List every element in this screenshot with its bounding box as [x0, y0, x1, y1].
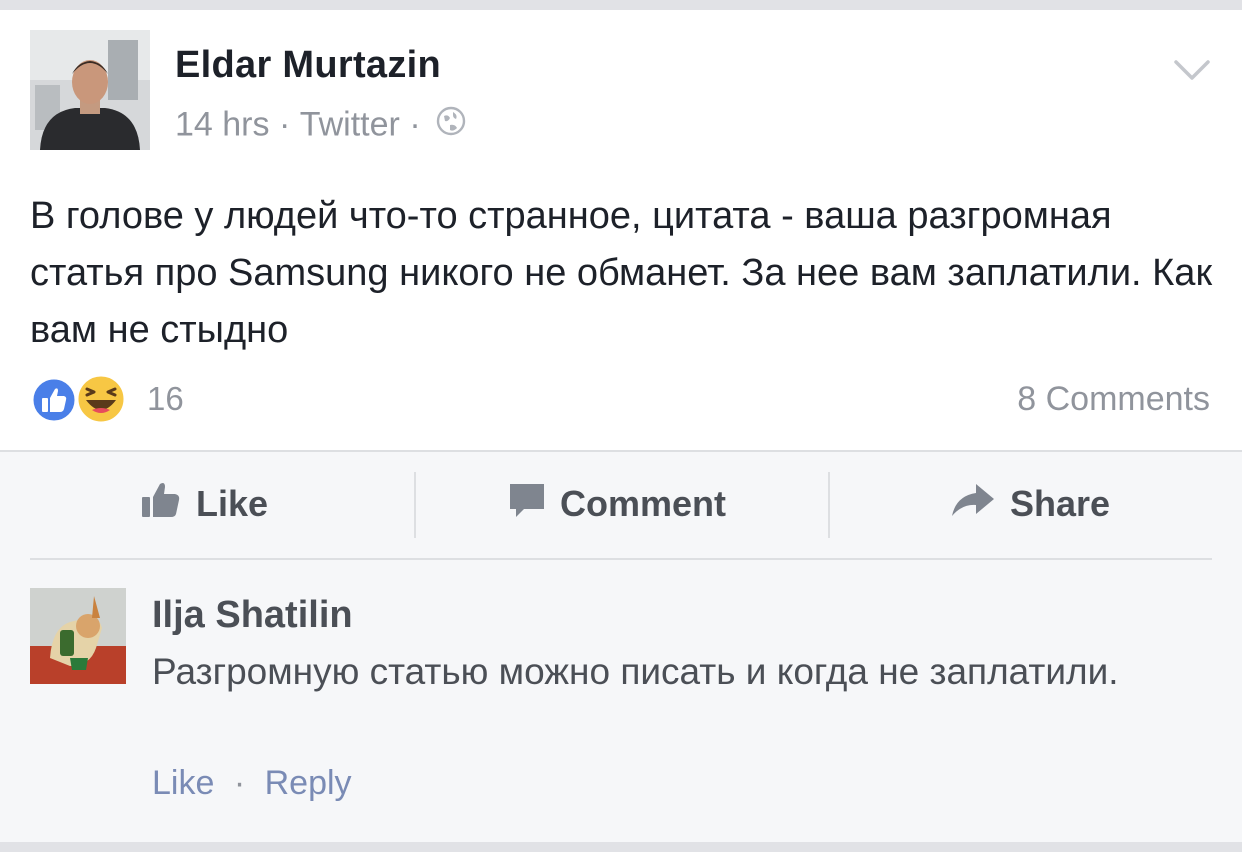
comment-text: Разгромную статью можно писать и когда н…: [152, 651, 1119, 692]
author-avatar[interactable]: [30, 30, 150, 150]
post-source[interactable]: Twitter: [300, 106, 400, 144]
post-time[interactable]: 14 hrs: [175, 106, 270, 144]
comments-count-link[interactable]: 8 Comments: [1017, 380, 1210, 419]
bottom-divider: [0, 842, 1242, 852]
post-meta: 14 hrs · Twitter ·: [175, 104, 466, 145]
comment-actions-separator: ·: [233, 764, 246, 802]
comment-reply-link[interactable]: Reply: [265, 764, 352, 802]
post-text: В голове у людей что-то странное, цитата…: [30, 195, 1213, 351]
action-divider: [828, 472, 830, 538]
action-divider: [414, 472, 416, 538]
comment-bubble-icon: [508, 481, 546, 528]
share-arrow-icon: [950, 482, 996, 527]
reaction-count: 16: [147, 380, 184, 417]
comments-divider: [30, 558, 1212, 560]
comment-like-link[interactable]: Like: [152, 764, 214, 802]
thumbs-up-icon: [140, 479, 182, 530]
like-label: Like: [196, 483, 269, 524]
like-reaction-icon: [30, 376, 78, 429]
commenter-name[interactable]: Ilja Shatilin: [152, 594, 353, 637]
globe-icon: [436, 106, 466, 145]
share-button[interactable]: Share: [950, 476, 1110, 532]
meta-separator: ·: [409, 105, 421, 144]
comment-button[interactable]: Comment: [508, 476, 726, 532]
commenter-avatar[interactable]: [30, 588, 126, 684]
chevron-down-icon[interactable]: [1172, 58, 1212, 89]
top-divider: [0, 0, 1242, 10]
share-label: Share: [1010, 483, 1111, 524]
post-author-name[interactable]: Eldar Murtazin: [175, 44, 441, 87]
meta-separator: ·: [278, 105, 291, 144]
haha-reaction-icon: [74, 372, 128, 431]
comment-label: Comment: [560, 483, 727, 524]
comment-actions: Like · Reply: [152, 764, 352, 803]
like-button[interactable]: Like: [140, 476, 268, 532]
